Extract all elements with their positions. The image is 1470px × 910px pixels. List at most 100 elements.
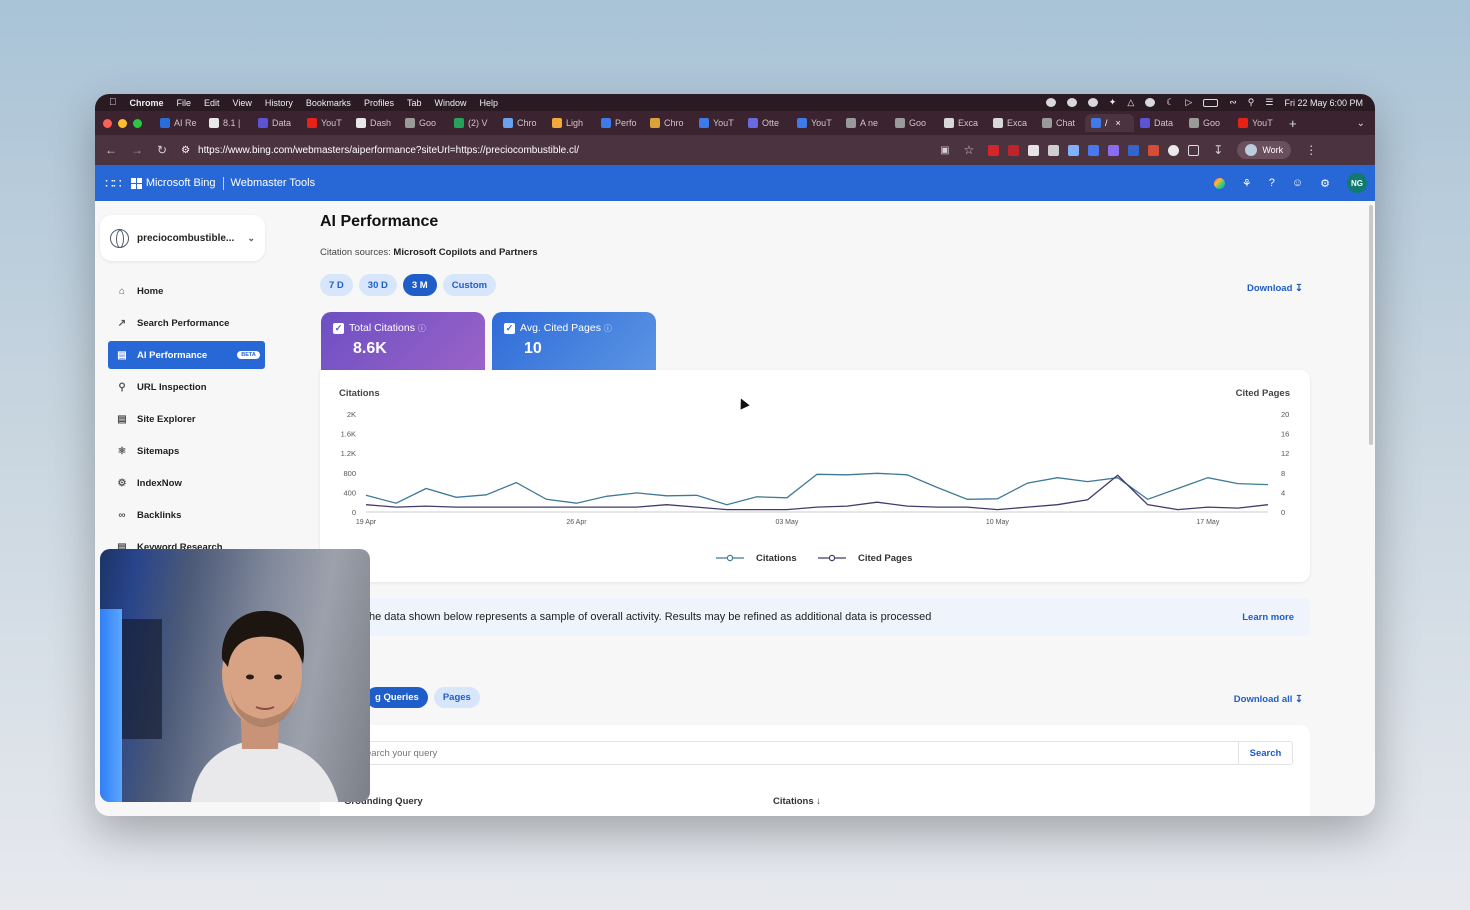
extension-icon[interactable]: [988, 144, 1000, 156]
user-avatar[interactable]: NG: [1347, 173, 1367, 193]
learn-more-link[interactable]: Learn more: [1242, 612, 1294, 623]
sidebar-item-search-performance[interactable]: ↗ Search Performance: [108, 309, 265, 337]
sidebar-item-indexnow[interactable]: ⚙ IndexNow: [108, 469, 265, 497]
browser-tab[interactable]: Data: [1134, 114, 1183, 132]
bell-icon[interactable]: ⚘: [1242, 177, 1252, 190]
puzzle-icon[interactable]: [1188, 144, 1200, 156]
kebab-menu-icon[interactable]: ⋮: [1305, 143, 1317, 157]
close-window-button[interactable]: [103, 118, 112, 128]
url-text[interactable]: https://www.bing.com/webmasters/aiperfor…: [198, 145, 579, 156]
maximize-window-button[interactable]: [133, 118, 142, 128]
copilot-icon[interactable]: [1213, 177, 1225, 189]
status-icon[interactable]: [1066, 98, 1077, 107]
tab-grounding-queries[interactable]: g Queries: [366, 687, 428, 708]
range-7d-button[interactable]: 7 D: [320, 274, 353, 296]
menu-view[interactable]: View: [233, 98, 252, 108]
bookmark-star-icon[interactable]: ☆: [964, 143, 975, 157]
reload-icon[interactable]: ↻: [157, 143, 167, 157]
feedback-icon[interactable]: ☺: [1292, 177, 1303, 189]
browser-tab[interactable]: YouT: [791, 114, 840, 132]
checkbox-checked-icon[interactable]: ✓: [333, 322, 344, 334]
menu-edit[interactable]: Edit: [204, 98, 220, 108]
extension-icon[interactable]: [1148, 144, 1160, 156]
extension-icon[interactable]: [1108, 144, 1120, 156]
browser-tab[interactable]: Dash: [350, 114, 399, 132]
column-header-citations[interactable]: Citations ↓: [773, 796, 821, 807]
sidebar-item-site-explorer[interactable]: ▤ Site Explorer: [108, 405, 265, 433]
sidebar-item-ai-performance[interactable]: ▤ AI Performance BETA: [108, 341, 265, 369]
browser-tab[interactable]: Otte: [742, 114, 791, 132]
help-icon[interactable]: ?: [1269, 177, 1275, 189]
browser-tab[interactable]: Chro: [644, 114, 693, 132]
browser-tab[interactable]: Exca: [938, 114, 987, 132]
forward-icon[interactable]: →: [131, 143, 143, 157]
range-3m-button[interactable]: 3 M: [402, 274, 437, 296]
browser-tab[interactable]: YouT: [301, 114, 350, 132]
browser-tab[interactable]: 8.1 |: [203, 114, 252, 132]
browser-tab[interactable]: Goo: [399, 114, 448, 132]
sidebar-item-home[interactable]: ⌂ Home: [108, 277, 265, 305]
download-all-button[interactable]: Download all ↧: [1234, 694, 1303, 705]
site-info-icon[interactable]: ⚙: [181, 145, 190, 156]
page-scrollbar[interactable]: [1369, 205, 1373, 445]
download-button[interactable]: Download ↧: [1247, 283, 1303, 294]
settings-gear-icon[interactable]: ⚙: [1320, 177, 1330, 190]
menu-window[interactable]: Window: [434, 98, 466, 108]
new-tab-button[interactable]: +: [1289, 116, 1297, 131]
extension-icon[interactable]: [1008, 144, 1020, 156]
install-icon[interactable]: ▣: [940, 145, 949, 156]
clock-text[interactable]: Fri 22 May 6:00 PM: [1284, 98, 1363, 108]
record-icon[interactable]: [1145, 98, 1156, 107]
browser-tab[interactable]: YouT: [1232, 114, 1281, 132]
browser-tab[interactable]: (2) V: [448, 114, 497, 132]
extension-icon[interactable]: [1128, 144, 1140, 156]
browser-tab[interactable]: Exca: [987, 114, 1036, 132]
browser-tab[interactable]: A ne: [840, 114, 889, 132]
address-bar[interactable]: ⚙ https://www.bing.com/webmasters/aiperf…: [181, 145, 926, 156]
browser-tab[interactable]: Chro: [497, 114, 546, 132]
play-icon[interactable]: ▷: [1185, 97, 1192, 108]
product-name[interactable]: Webmaster Tools: [231, 177, 316, 189]
profile-button[interactable]: Work: [1237, 141, 1292, 159]
info-icon[interactable]: ⓘ: [418, 324, 426, 333]
battery-icon[interactable]: [1203, 98, 1219, 107]
status-icon[interactable]: [1045, 98, 1056, 107]
minimize-window-button[interactable]: [118, 118, 127, 128]
brand-name[interactable]: Microsoft Bing: [146, 177, 216, 189]
menu-app[interactable]: Chrome: [130, 98, 164, 108]
metric-total-citations[interactable]: ✓ Total Citations ⓘ 8.6K: [321, 312, 485, 370]
range-30d-button[interactable]: 30 D: [358, 274, 397, 296]
apple-icon[interactable]: : [109, 97, 117, 108]
search-button[interactable]: Search: [1238, 742, 1292, 764]
menu-profiles[interactable]: Profiles: [364, 98, 394, 108]
extension-icon[interactable]: [1168, 144, 1180, 156]
status-icon[interactable]: [1087, 98, 1098, 107]
sidebar-item-sitemaps[interactable]: ⚛ Sitemaps: [108, 437, 265, 465]
info-icon[interactable]: ⓘ: [604, 324, 612, 333]
menu-help[interactable]: Help: [479, 98, 498, 108]
sidebar-item-backlinks[interactable]: ∞ Backlinks: [108, 501, 265, 529]
menu-tab[interactable]: Tab: [407, 98, 422, 108]
extension-icon[interactable]: [1048, 144, 1060, 156]
browser-tab[interactable]: Chat: [1036, 114, 1085, 132]
app-launcher-icon[interactable]: ∷∷: [105, 175, 122, 192]
browser-tab[interactable]: Ligh: [546, 114, 595, 132]
browser-tab[interactable]: Data: [252, 114, 301, 132]
browser-tab[interactable]: AI Re: [154, 114, 203, 132]
bolt-icon[interactable]: ✦: [1109, 97, 1117, 108]
browser-tab[interactable]: Goo: [889, 114, 938, 132]
browser-tab[interactable]: Goo: [1183, 114, 1232, 132]
tab-pages[interactable]: Pages: [433, 687, 480, 708]
menu-history[interactable]: History: [265, 98, 293, 108]
metric-avg-cited-pages[interactable]: ✓ Avg. Cited Pages ⓘ 10: [492, 312, 656, 370]
browser-tab[interactable]: Perfo: [595, 114, 644, 132]
extension-icon[interactable]: [1068, 144, 1080, 156]
download-icon[interactable]: ↧: [1213, 143, 1223, 157]
extension-icon[interactable]: [1088, 144, 1100, 156]
menu-file[interactable]: File: [177, 98, 192, 108]
tab-search-button[interactable]: ⌄: [1357, 118, 1365, 129]
close-tab-icon[interactable]: ×: [1116, 118, 1121, 128]
search-input[interactable]: [359, 747, 1238, 759]
triangle-icon[interactable]: △: [1127, 97, 1134, 108]
browser-tab[interactable]: / ×: [1085, 114, 1134, 132]
